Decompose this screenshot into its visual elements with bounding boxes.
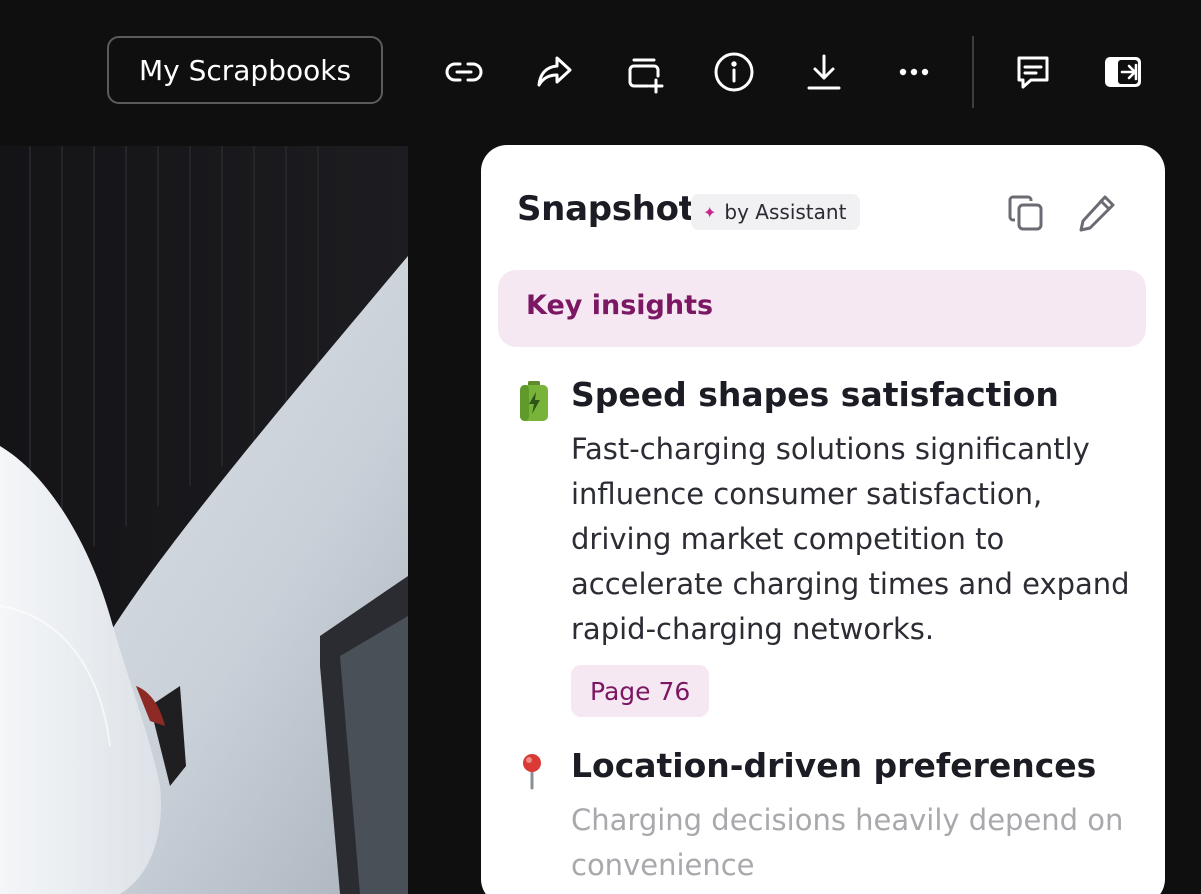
insight-item: Location-driven preferences Charging dec… [481, 746, 1165, 894]
share-icon[interactable] [526, 44, 582, 100]
sparkle-icon: ✦ [703, 202, 717, 222]
pin-icon [517, 752, 551, 792]
comment-icon[interactable] [1005, 44, 1061, 100]
battery-icon [517, 381, 551, 421]
page-reference-button[interactable]: Page 76 [571, 665, 710, 717]
more-icon[interactable] [886, 44, 942, 100]
car-photo [0, 146, 408, 894]
close-panel-icon[interactable] [1095, 44, 1151, 100]
info-icon[interactable] [706, 44, 762, 100]
assistant-badge: ✦ by Assistant [691, 194, 861, 230]
badge-label: by Assistant [724, 200, 847, 224]
add-to-collection-icon[interactable] [616, 44, 672, 100]
panel-title: Snapshot [517, 189, 695, 229]
app-window: My Scrapbooks Snapshot ✦ by Assistant Ke… [0, 0, 1201, 894]
key-insights-label: Key insights [526, 290, 714, 321]
toolbar-divider [972, 36, 974, 108]
link-icon[interactable] [436, 44, 492, 100]
snapshot-panel: Snapshot ✦ by Assistant Key insights Spe… [481, 145, 1165, 894]
insight-body: Fast-charging solutions significantly in… [571, 432, 1130, 646]
my-scrapbooks-button[interactable]: My Scrapbooks [107, 36, 383, 104]
top-toolbar: My Scrapbooks [0, 0, 1201, 142]
insight-title: Location-driven preferences [571, 746, 1097, 785]
insight-title: Speed shapes satisfaction [571, 375, 1059, 414]
insight-item: Speed shapes satisfaction Fast-charging … [481, 375, 1165, 725]
key-insights-header: Key insights [498, 270, 1146, 347]
insight-body: Charging decisions heavily depend on con… [571, 803, 1124, 882]
download-icon[interactable] [796, 44, 852, 100]
copy-icon[interactable] [1001, 189, 1049, 237]
edit-icon[interactable] [1073, 189, 1121, 237]
